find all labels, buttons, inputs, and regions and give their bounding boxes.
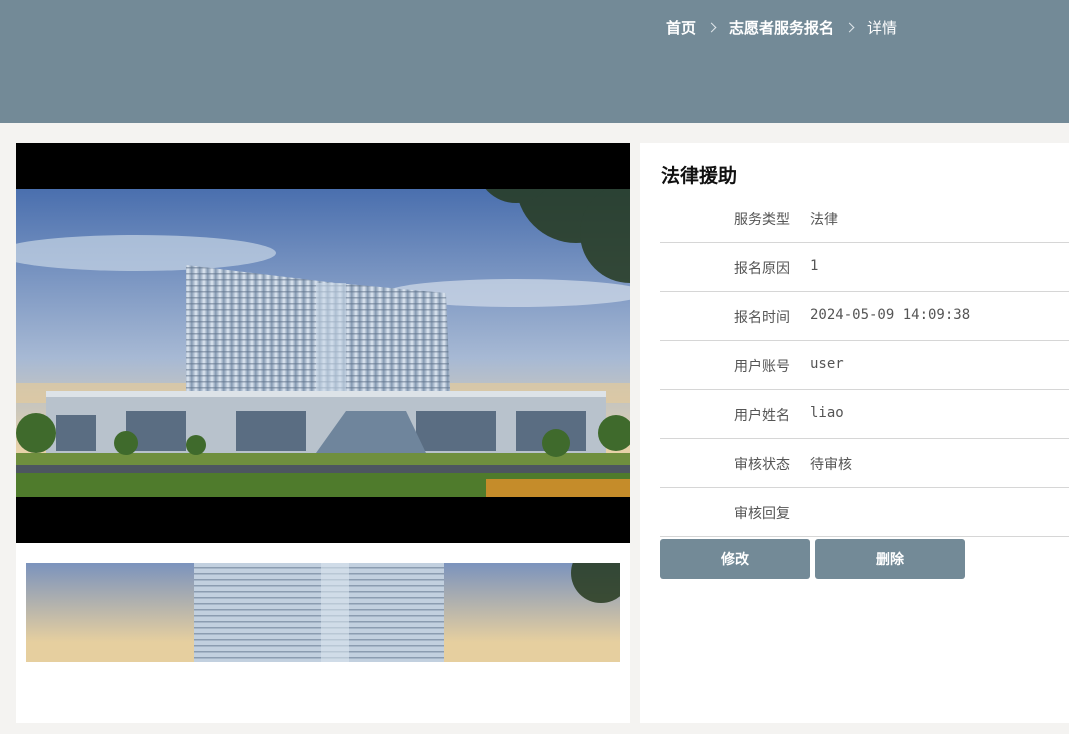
field-user-name: 用户姓名 liao [660,390,1069,439]
field-label: 报名时间 [734,310,790,326]
field-user-account: 用户账号 user [660,341,1069,390]
field-value: liao [810,405,844,421]
field-service-type: 服务类型 法律 [660,194,1069,243]
field-value: 法律 [810,212,838,228]
field-label: 报名原因 [734,261,790,277]
image-gallery [16,143,630,723]
field-label: 服务类型 [734,212,790,228]
breadcrumb: 首页 志愿者服务报名 详情 [666,16,897,38]
detail-panel: 法律援助 服务类型 法律 报名原因 1 报名时间 2024-05-09 14:0… [640,143,1069,723]
field-signup-time: 报名时间 2024-05-09 14:09:38 [660,292,1069,341]
field-review-status: 审核状态 待审核 [660,439,1069,488]
chevron-right-icon [706,22,717,32]
breadcrumb-section-link[interactable]: 志愿者服务报名 [729,17,834,38]
field-reason: 报名原因 1 [660,243,1069,292]
detail-title: 法律援助 [661,165,738,187]
field-value: 2024-05-09 14:09:38 [810,307,971,323]
field-value: 1 [810,258,819,274]
delete-button[interactable]: 删除 [815,539,965,579]
field-value: 待审核 [810,457,852,473]
breadcrumb-home-link[interactable]: 首页 [666,17,696,38]
header-bar: 首页 志愿者服务报名 详情 [0,0,1069,123]
thumbnail-image[interactable] [26,563,620,662]
field-label: 用户姓名 [734,408,790,424]
building-photo [16,143,630,543]
field-label: 用户账号 [734,359,790,375]
breadcrumb-current: 详情 [867,18,898,37]
field-review-reply: 审核回复 [660,488,1069,537]
main-image [16,143,630,543]
edit-button[interactable]: 修改 [660,539,810,579]
field-value: user [810,356,844,372]
chevron-right-icon [844,22,855,32]
detail-fields: 服务类型 法律 报名原因 1 报名时间 2024-05-09 14:09:38 … [660,194,1069,537]
building-photo-thumbnail [26,563,620,662]
field-label: 审核回复 [734,506,790,522]
field-label: 审核状态 [734,457,790,473]
